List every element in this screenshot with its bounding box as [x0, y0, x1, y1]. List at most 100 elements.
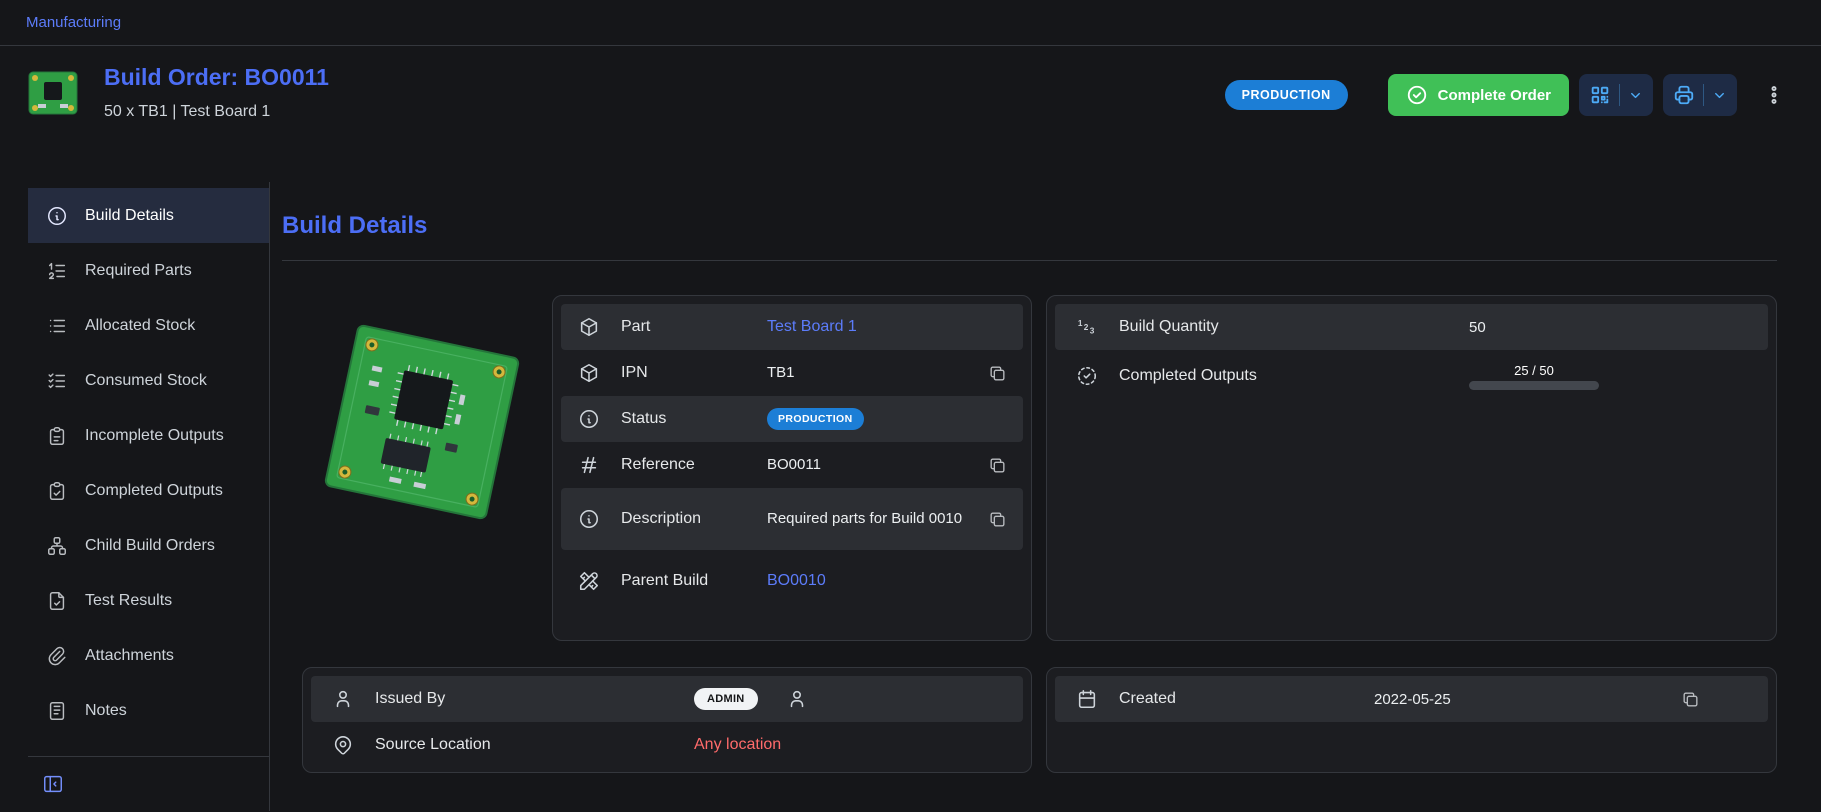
copy-icon: [988, 456, 1007, 475]
complete-order-button[interactable]: Complete Order: [1388, 74, 1569, 116]
detail-label: Status: [621, 409, 767, 430]
section-heading: Build Details: [282, 212, 1777, 240]
description-value: Required parts for Build 0010: [767, 509, 972, 529]
sidebar-item-label: Consumed Stock: [85, 372, 207, 390]
main-panel: Build Details: [270, 182, 1821, 811]
complete-order-label: Complete Order: [1438, 87, 1551, 104]
sidebar-collapse-button[interactable]: [40, 771, 66, 797]
sidebar-item-notes[interactable]: Notes: [28, 683, 269, 738]
circle-check-icon: [1406, 84, 1428, 106]
hash-icon: [577, 453, 601, 477]
copy-icon: [1681, 690, 1700, 709]
sidebar-item-consumed-stock[interactable]: Consumed Stock: [28, 353, 269, 408]
status-value: PRODUCTION: [767, 408, 972, 430]
pcb-thumbnail-image: [26, 66, 80, 120]
file-check-icon: [46, 590, 68, 612]
build-thumbnail[interactable]: [26, 66, 80, 120]
copy-button[interactable]: [984, 506, 1011, 533]
build-details-card: Part Test Board 1 IPN TB1: [552, 295, 1032, 641]
sidebar-item-test-results[interactable]: Test Results: [28, 573, 269, 628]
svg-text:2: 2: [1084, 323, 1089, 332]
sidebar-item-label: Allocated Stock: [85, 317, 195, 335]
ipn-value: TB1: [767, 363, 972, 383]
build-quantity-value: 50: [1469, 319, 1754, 336]
completed-outputs-value: 25 / 50: [1469, 363, 1754, 390]
printer-icon: [1673, 84, 1695, 106]
title-block: Build Order: BO0011 50 x TB1 | Test Boar…: [104, 62, 329, 121]
detail-label: Parent Build: [621, 571, 767, 592]
sidebar-item-required-parts[interactable]: Required Parts: [28, 243, 269, 298]
parent-build-link[interactable]: BO0010: [767, 570, 972, 592]
sidebar-item-allocated-stock[interactable]: Allocated Stock: [28, 298, 269, 353]
detail-label: Description: [621, 509, 767, 530]
source-location-label: Source Location: [375, 736, 694, 754]
print-actions-button[interactable]: [1663, 74, 1737, 116]
button-divider: [1619, 84, 1620, 106]
list-icon: [46, 315, 68, 337]
notes-icon: [46, 700, 68, 722]
detail-label: IPN: [621, 363, 767, 384]
sidebar-item-label: Required Parts: [85, 262, 192, 280]
breadcrumb-link-manufacturing[interactable]: Manufacturing: [26, 14, 121, 31]
chevron-down-icon: [1712, 88, 1727, 103]
content-grid: Part Test Board 1 IPN TB1: [282, 295, 1777, 773]
overflow-menu-button[interactable]: [1757, 74, 1791, 116]
tools-icon: [577, 569, 601, 593]
list-numbers-icon: [46, 260, 68, 282]
sidebar: Build Details Required Parts Allocated S…: [0, 182, 270, 811]
svg-text:3: 3: [1090, 326, 1095, 335]
sidebar-item-incomplete-outputs[interactable]: Incomplete Outputs: [28, 408, 269, 463]
numbers-123-icon: 123: [1075, 315, 1099, 339]
detail-row-parent-build: Parent Build BO0010: [561, 550, 1023, 612]
list-check-icon: [46, 370, 68, 392]
button-divider: [1703, 84, 1704, 106]
created-value-region: 2022-05-25: [1374, 686, 1754, 713]
sidebar-item-label: Attachments: [85, 647, 174, 665]
info-circle-icon: [577, 507, 601, 531]
copy-button[interactable]: [1677, 686, 1704, 713]
sidebar-item-label: Build Details: [85, 207, 174, 225]
barcode-actions-button[interactable]: [1579, 74, 1653, 116]
completed-outputs-progress: 25 / 50: [1469, 363, 1599, 390]
reference-value: BO0011: [767, 455, 972, 475]
source-location-value: Any location: [694, 736, 1009, 754]
sidebar-item-attachments[interactable]: Attachments: [28, 628, 269, 683]
copy-button[interactable]: [984, 360, 1011, 387]
created-date: 2022-05-25: [1374, 691, 1451, 708]
clipboard-icon: [46, 425, 68, 447]
copy-button[interactable]: [984, 452, 1011, 479]
clipboard-check-icon: [46, 480, 68, 502]
copy-icon: [988, 364, 1007, 383]
svg-text:1: 1: [1078, 319, 1083, 328]
created-label: Created: [1119, 690, 1374, 708]
detail-row-description: Description Required parts for Build 001…: [561, 488, 1023, 550]
source-location-row: Source Location Any location: [311, 722, 1023, 768]
part-image[interactable]: [302, 295, 552, 641]
sidebar-item-label: Child Build Orders: [85, 537, 215, 555]
sidebar-item-label: Incomplete Outputs: [85, 427, 224, 445]
section-divider: [282, 260, 1777, 261]
user-avatar-icon: [786, 688, 808, 710]
issued-by-value: ADMIN: [694, 688, 1009, 710]
progress-track: [1469, 381, 1599, 390]
page-body: Build Details Required Parts Allocated S…: [0, 182, 1821, 811]
sidebar-item-child-build-orders[interactable]: Child Build Orders: [28, 518, 269, 573]
part-link[interactable]: Test Board 1: [767, 316, 972, 338]
content-right-column: 123 Build Quantity 50 Completed Outputs …: [1046, 295, 1777, 773]
sidebar-item-build-details[interactable]: Build Details: [28, 188, 269, 243]
page-header: Build Order: BO0011 50 x TB1 | Test Boar…: [0, 46, 1821, 182]
issued-by-row: Issued By ADMIN: [311, 676, 1023, 722]
calendar-icon: [1075, 687, 1099, 711]
detail-row-part: Part Test Board 1: [561, 304, 1023, 350]
detail-label: Part: [621, 317, 767, 338]
progress-check-icon: [1075, 364, 1099, 388]
progress-text: 25 / 50: [1514, 363, 1554, 378]
detail-label: Reference: [621, 455, 767, 476]
page-title: Build Order: BO0011: [104, 64, 329, 91]
package-icon: [577, 315, 601, 339]
info-circle-icon: [577, 407, 601, 431]
sidebar-item-completed-outputs[interactable]: Completed Outputs: [28, 463, 269, 518]
sidebar-item-label: Notes: [85, 702, 127, 720]
map-pin-icon: [331, 733, 355, 757]
sidebar-footer: [28, 756, 269, 797]
